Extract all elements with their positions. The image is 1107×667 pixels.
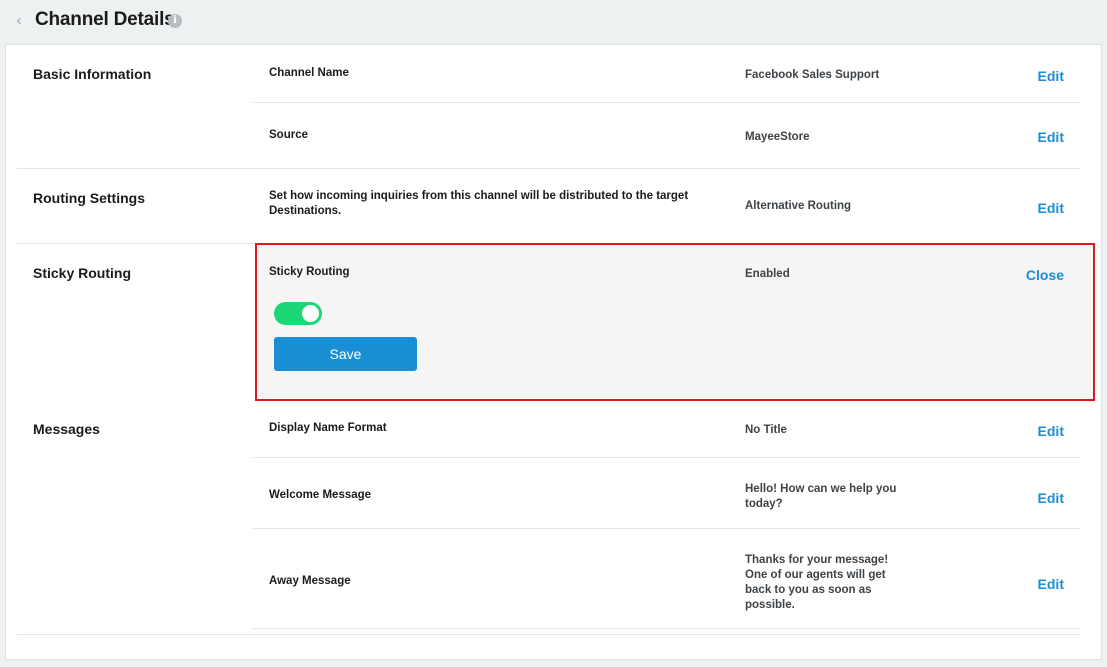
section-title-messages: Messages xyxy=(33,421,100,437)
away-message-row: Away Message Thanks for your message! On… xyxy=(252,529,1080,629)
section-title-sticky-routing: Sticky Routing xyxy=(33,265,132,281)
page-title: Channel Details xyxy=(35,9,175,30)
info-icon[interactable]: i xyxy=(168,14,182,28)
chevron-left-icon[interactable]: ‹ xyxy=(12,12,26,30)
routing-description-line: Set how incoming inquiries from this cha… xyxy=(269,190,689,202)
edit-display-name-button[interactable]: Edit xyxy=(1038,423,1064,439)
routing-description: Set how incoming inquiries from this cha… xyxy=(269,189,688,219)
toggle-knob xyxy=(302,305,319,322)
source-value: MayeeStore xyxy=(745,131,810,143)
save-button[interactable]: Save xyxy=(274,337,417,371)
section-title-basic-information: Basic Information xyxy=(33,66,152,82)
welcome-message-value: Hello! How can we help you today? xyxy=(745,482,896,512)
messages-section: Messages Display Name Format No Title Ed… xyxy=(17,400,1080,635)
away-message-line: possible. xyxy=(745,599,795,611)
routing-description-line: Destinations. xyxy=(269,205,342,217)
away-message-line: One of our agents will get xyxy=(745,569,886,581)
welcome-message-label: Welcome Message xyxy=(269,489,372,501)
away-message-label: Away Message xyxy=(269,575,351,587)
section-title-routing-settings: Routing Settings xyxy=(33,190,145,206)
routing-value: Alternative Routing xyxy=(745,200,852,212)
display-name-row: Display Name Format No Title Edit xyxy=(252,400,1080,458)
away-message-line: Thanks for your message! xyxy=(745,554,889,566)
away-message-line: back to you as soon as xyxy=(745,584,872,596)
page-header: ‹ Channel Details i xyxy=(0,0,1107,44)
source-row: Source MayeeStore Edit xyxy=(252,103,1080,169)
sticky-routing-toggle[interactable] xyxy=(274,302,322,325)
sticky-routing-label: Sticky Routing xyxy=(269,266,350,278)
sticky-routing-section: Sticky Routing Sticky Routing Enabled Cl… xyxy=(17,244,1080,400)
edit-channel-name-button[interactable]: Edit xyxy=(1038,68,1064,84)
source-label: Source xyxy=(269,129,308,141)
edit-source-button[interactable]: Edit xyxy=(1038,129,1064,145)
channel-name-value: Facebook Sales Support xyxy=(745,69,880,81)
edit-welcome-message-button[interactable]: Edit xyxy=(1038,490,1064,506)
basic-information-section: Basic Information Channel Name Facebook … xyxy=(17,47,1080,169)
sticky-routing-row: Sticky Routing Enabled Close xyxy=(252,244,1080,400)
welcome-message-row: Welcome Message Hello! How can we help y… xyxy=(252,458,1080,529)
sticky-routing-value: Enabled xyxy=(745,268,790,280)
welcome-message-line: today? xyxy=(745,498,783,510)
channel-name-row: Channel Name Facebook Sales Support Edit xyxy=(252,47,1080,103)
welcome-message-line: Hello! How can we help you xyxy=(745,483,897,495)
routing-settings-section: Routing Settings Set how incoming inquir… xyxy=(17,169,1080,244)
channel-name-label: Channel Name xyxy=(269,67,349,79)
close-sticky-routing-button[interactable]: Close xyxy=(1026,267,1064,283)
away-message-value: Thanks for your message! One of our agen… xyxy=(745,553,888,613)
display-name-value: No Title xyxy=(745,424,787,436)
edit-away-message-button[interactable]: Edit xyxy=(1038,576,1064,592)
display-name-label: Display Name Format xyxy=(269,422,387,434)
edit-routing-button[interactable]: Edit xyxy=(1038,200,1064,216)
routing-row: Set how incoming inquiries from this cha… xyxy=(252,169,1080,244)
